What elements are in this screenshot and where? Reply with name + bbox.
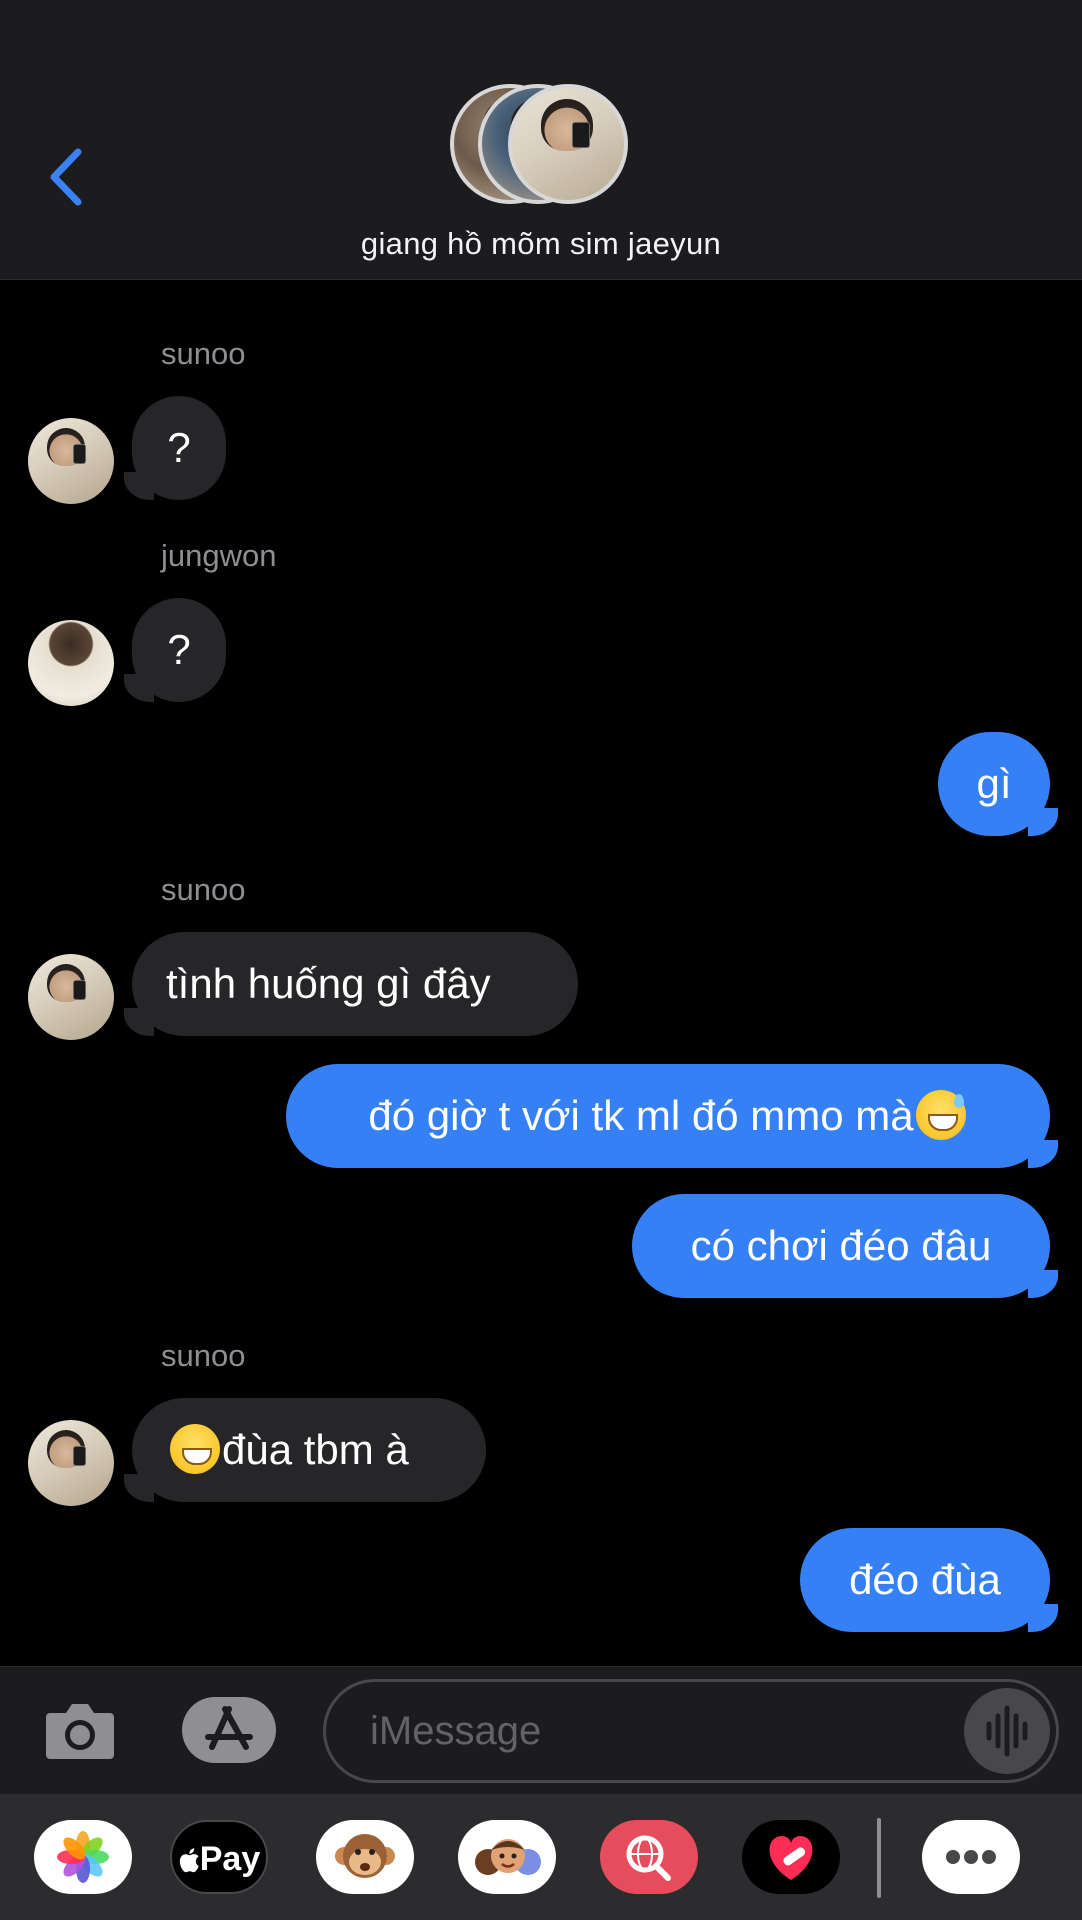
group-avatar-stack[interactable] [450, 84, 630, 208]
message-bubble-outgoing[interactable]: đó giờ t với tk ml đó mmo mà [286, 1064, 1050, 1168]
image-search-icon[interactable] [600, 1820, 698, 1894]
message-text: ? [167, 626, 191, 673]
message-bubble-outgoing[interactable]: gì [938, 732, 1050, 836]
group-name[interactable]: giang hồ mõm sim jaeyun [0, 226, 1082, 262]
message-text: ? [167, 424, 191, 471]
compose-bar: iMessage [0, 1666, 1082, 1794]
app-store-icon[interactable] [182, 1697, 276, 1763]
message-text: đéo đùa [849, 1556, 1001, 1603]
audio-waveform-icon[interactable] [964, 1688, 1050, 1774]
avatar[interactable] [28, 418, 114, 504]
apple-pay-icon[interactable]: Pay [170, 1820, 268, 1894]
camera-icon[interactable] [44, 1697, 116, 1763]
message-bubble-incoming[interactable]: ? [132, 598, 226, 702]
photos-icon[interactable] [34, 1820, 132, 1894]
message-bubble-outgoing[interactable]: đéo đùa [800, 1528, 1050, 1632]
memoji-icon[interactable] [458, 1820, 556, 1894]
avatar[interactable] [28, 1420, 114, 1506]
more-apps-icon[interactable] [922, 1820, 1020, 1894]
apple-pay-label: Pay [199, 1840, 261, 1878]
message-bubble-incoming[interactable]: đùa tbm à [132, 1398, 486, 1502]
sender-name: jungwon [161, 538, 277, 573]
sweat-smile-emoji-icon [915, 1089, 966, 1140]
message-text: tình huống gì đây [166, 960, 491, 1007]
sender-name: sunoo [161, 1338, 246, 1373]
drawer-divider [877, 1818, 881, 1898]
sender-name: sunoo [161, 336, 246, 371]
message-text: gì [976, 760, 1012, 807]
grinning-emoji-icon [170, 1423, 220, 1474]
avatar[interactable] [28, 954, 114, 1040]
message-bubble-incoming[interactable]: tình huống gì đây [132, 932, 578, 1036]
back-chevron-icon[interactable] [40, 142, 100, 212]
group-member-avatar [508, 84, 628, 204]
message-text: đó giờ t với tk ml đó mmo mà [368, 1092, 914, 1139]
imessage-input[interactable]: iMessage [323, 1679, 1059, 1783]
sender-name: sunoo [161, 872, 246, 907]
message-text: đùa tbm à [222, 1426, 409, 1473]
avatar[interactable] [28, 620, 114, 706]
digital-touch-heart-icon[interactable] [742, 1820, 840, 1894]
message-bubble-incoming[interactable]: ? [132, 396, 226, 500]
input-placeholder: iMessage [370, 1709, 542, 1753]
message-text: có chơi đéo đâu [690, 1222, 992, 1269]
app-drawer: Pay [0, 1794, 1082, 1920]
conversation-header: giang hồ mõm sim jaeyun [0, 0, 1082, 280]
message-bubble-outgoing[interactable]: có chơi đéo đâu [632, 1194, 1050, 1298]
animoji-monkey-icon[interactable] [316, 1820, 414, 1894]
